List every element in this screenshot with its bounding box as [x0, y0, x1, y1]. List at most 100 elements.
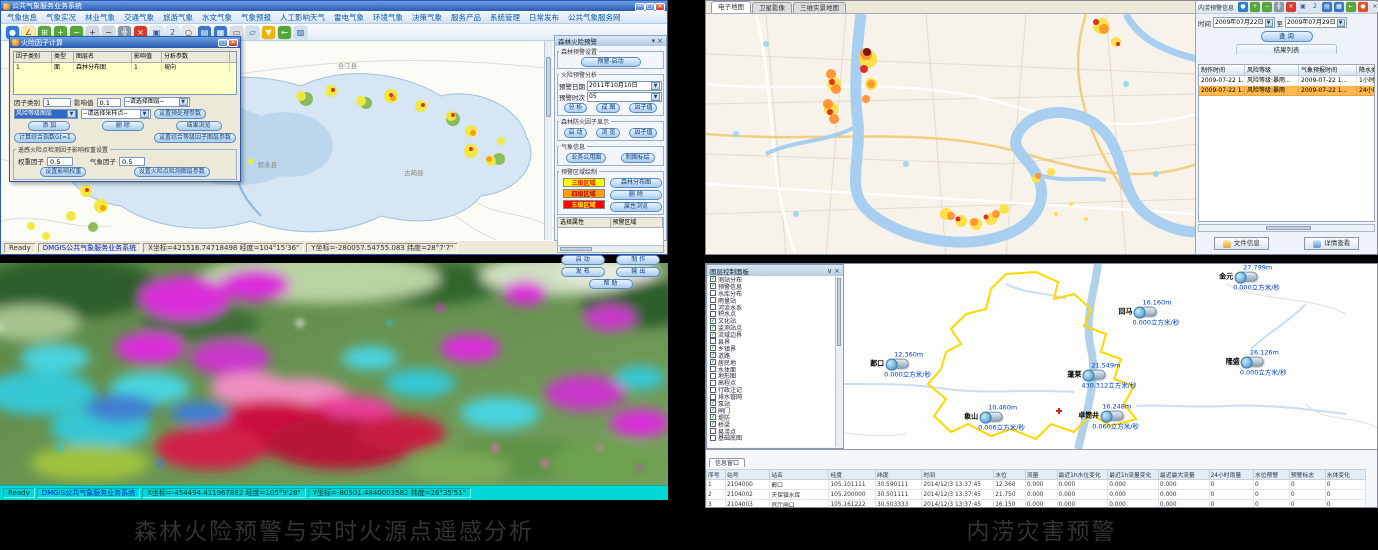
- result-col-header[interactable]: 气象预报时间: [1299, 65, 1357, 76]
- layer-checkbox[interactable]: [710, 304, 716, 310]
- result-browse-button[interactable]: 结果浏览: [176, 121, 222, 131]
- menu-item[interactable]: 雷电气象: [334, 12, 364, 23]
- browse-button[interactable]: 浏 览: [596, 128, 620, 138]
- result-col-header[interactable]: 风险等级: [1245, 65, 1299, 76]
- public-map-button[interactable]: 业务公用图: [566, 153, 606, 163]
- draw-map-button[interactable]: 制图标绘: [621, 153, 655, 163]
- layer-checkbox[interactable]: [710, 297, 716, 303]
- info-row[interactable]: 12104000郪口105.10111130.5901112014/12/3 1…: [707, 480, 1366, 490]
- auto-button[interactable]: 启 动: [564, 128, 588, 138]
- map-vertical-scrollbar[interactable]: [544, 41, 552, 240]
- menu-item[interactable]: 服务产品: [451, 12, 481, 23]
- map-tab[interactable]: 三维实景地图: [793, 2, 846, 13]
- menu-item[interactable]: 人工影响天气: [280, 12, 325, 23]
- menu-item[interactable]: 环境气象: [373, 12, 403, 23]
- layer-checkbox[interactable]: ✓: [710, 359, 716, 365]
- layer-checkbox[interactable]: ✓: [710, 276, 716, 282]
- menu-item[interactable]: 林业气象: [85, 12, 115, 23]
- factor-class-input[interactable]: 1: [43, 98, 71, 107]
- panel-bottom-button[interactable]: 制 作: [616, 255, 660, 265]
- warning-time-select[interactable]: 05▼: [587, 92, 662, 102]
- delete-area-button[interactable]: 删 除: [610, 190, 662, 200]
- menu-item[interactable]: 气象实况: [46, 12, 76, 23]
- layer-select[interactable]: --请选择图层--▼: [124, 97, 190, 107]
- export-icon[interactable]: ▱: [246, 26, 259, 39]
- close-button[interactable]: ×: [228, 39, 238, 47]
- layer-checkbox[interactable]: [710, 394, 716, 400]
- attr-browse-button[interactable]: 属性浏览: [610, 202, 662, 212]
- layer-params-button[interactable]: 设置综合等级因子图层参数: [154, 133, 236, 143]
- hydro-station[interactable]: 26.126m隆盛0.000立方米/秒: [1226, 348, 1287, 376]
- info-row[interactable]: 32104003官厅闸口105.16122230.5033332014/12/3…: [707, 500, 1366, 508]
- close-icon[interactable]: ×: [1370, 2, 1378, 12]
- back-icon[interactable]: ←: [278, 26, 291, 39]
- map-tab[interactable]: 卫星影像: [752, 2, 792, 13]
- weight2-input[interactable]: 0.5: [119, 157, 145, 166]
- hydro-station[interactable]: 27.799m金元0.000立方米/秒: [1219, 264, 1280, 291]
- layer-checkbox[interactable]: ✓: [710, 400, 716, 406]
- panel-bottom-button[interactable]: 输 出: [616, 267, 660, 277]
- make-map-button[interactable]: 成 图: [596, 103, 620, 113]
- calc-index-button[interactable]: 计算综合指数Gt=Σ: [14, 133, 76, 143]
- layer-checkbox[interactable]: [710, 366, 716, 372]
- hydro-station[interactable]: 21.549m蓬莱430.312立方米/秒: [1067, 361, 1136, 389]
- menu-item[interactable]: 公共气象服务网: [568, 12, 621, 23]
- zoom-in-icon[interactable]: +: [1250, 2, 1260, 12]
- station-map[interactable]: 27.799m金元0.000立方米/秒 16.160m回马0.000立方米/秒 12…: [706, 264, 1377, 449]
- menu-item[interactable]: 日常发布: [529, 12, 559, 23]
- panel-bottom-button[interactable]: 帮 助: [589, 279, 633, 289]
- layer-checkbox[interactable]: [710, 338, 716, 344]
- layer-checkbox[interactable]: [710, 373, 716, 379]
- preprocess-button[interactable]: 设置预处理参数: [154, 109, 206, 119]
- factor-value2-button[interactable]: 因子值: [629, 128, 657, 138]
- delete-button[interactable]: 删 除: [102, 121, 144, 131]
- map-layers-icon[interactable]: ▤: [1322, 2, 1332, 12]
- result-col-header[interactable]: 制作时间: [1199, 65, 1245, 76]
- info-window-tab[interactable]: 信息窗口: [709, 458, 745, 467]
- result-row[interactable]: 2009-07-22 1...风险等级:暴雨2009-07-22 1...24小…: [1199, 86, 1375, 96]
- page2-icon[interactable]: 2: [1310, 2, 1320, 12]
- warning-date-select[interactable]: 2011年10月10日▼: [587, 81, 662, 91]
- window-icon[interactable]: ▣: [1298, 2, 1308, 12]
- sample-select[interactable]: --请选择采样点--▼: [81, 109, 151, 119]
- impact-input[interactable]: 0.1: [97, 98, 121, 107]
- stop-icon[interactable]: ×: [1286, 2, 1296, 12]
- layer-checkbox[interactable]: [710, 428, 716, 434]
- collapse-icon[interactable]: ∨: [827, 267, 832, 275]
- stop2-icon[interactable]: ●: [1358, 2, 1368, 12]
- hydro-station[interactable]: 16.160m回马0.000立方米/秒: [1118, 299, 1179, 327]
- globe-icon[interactable]: ●: [1238, 2, 1248, 12]
- layer-checkbox[interactable]: [710, 311, 716, 317]
- warning-start-button[interactable]: 预警-启动: [581, 57, 641, 67]
- forest-dist-button[interactable]: 森林分布图: [610, 178, 662, 188]
- detail-view-button[interactable]: 详情查看: [1304, 237, 1359, 250]
- set-weight-button[interactable]: 设置影响权重: [40, 167, 86, 177]
- close-button[interactable]: ×: [655, 3, 665, 11]
- menu-item[interactable]: 决策气象: [412, 12, 442, 23]
- menu-item[interactable]: 气象预报: [241, 12, 271, 23]
- flood-city-map[interactable]: [706, 14, 1195, 254]
- map-tab[interactable]: 电子地图: [711, 1, 751, 13]
- hydro-station[interactable]: 12.360m郪口0.000立方米/秒: [870, 350, 931, 378]
- date-from-picker[interactable]: 2009年07月22日▼: [1213, 17, 1275, 28]
- weight1-input[interactable]: 0.5: [47, 157, 73, 166]
- back-icon[interactable]: ←: [1346, 2, 1356, 12]
- menu-item[interactable]: 水文气象: [202, 12, 232, 23]
- panel-bottom-button[interactable]: 发 布: [561, 267, 605, 277]
- date-to-picker[interactable]: 2009年07月29日▼: [1285, 17, 1347, 28]
- layer-checkbox[interactable]: ✓: [710, 414, 716, 420]
- analyze-button[interactable]: 分 析: [564, 103, 588, 113]
- factor-row[interactable]: 1面森林分布图1坡向: [14, 63, 236, 72]
- station-info-table[interactable]: 序号站号站名经度纬度时间水位流量最近1h水位变化最近1h流量变化最近最大流量24…: [706, 469, 1366, 507]
- result-hscrollbar[interactable]: [1198, 224, 1375, 232]
- image-icon[interactable]: ▨: [294, 26, 307, 39]
- layer-checkbox[interactable]: ✓: [710, 325, 716, 331]
- layer-checkbox[interactable]: ✓: [710, 283, 716, 289]
- close-icon[interactable]: ×: [657, 37, 663, 45]
- pin-icon[interactable]: ▼: [262, 26, 275, 39]
- hydro-station[interactable]: 16.248m卓筒井0.060立方米/秒: [1078, 402, 1139, 430]
- hydro-station[interactable]: 10.460m象山0.006立方米/秒: [964, 404, 1025, 432]
- layer-checkbox[interactable]: ✓: [710, 352, 716, 358]
- layer-checkbox[interactable]: ✓: [710, 345, 716, 351]
- detect-params-button[interactable]: 设置火险点检测图层参数: [134, 167, 210, 177]
